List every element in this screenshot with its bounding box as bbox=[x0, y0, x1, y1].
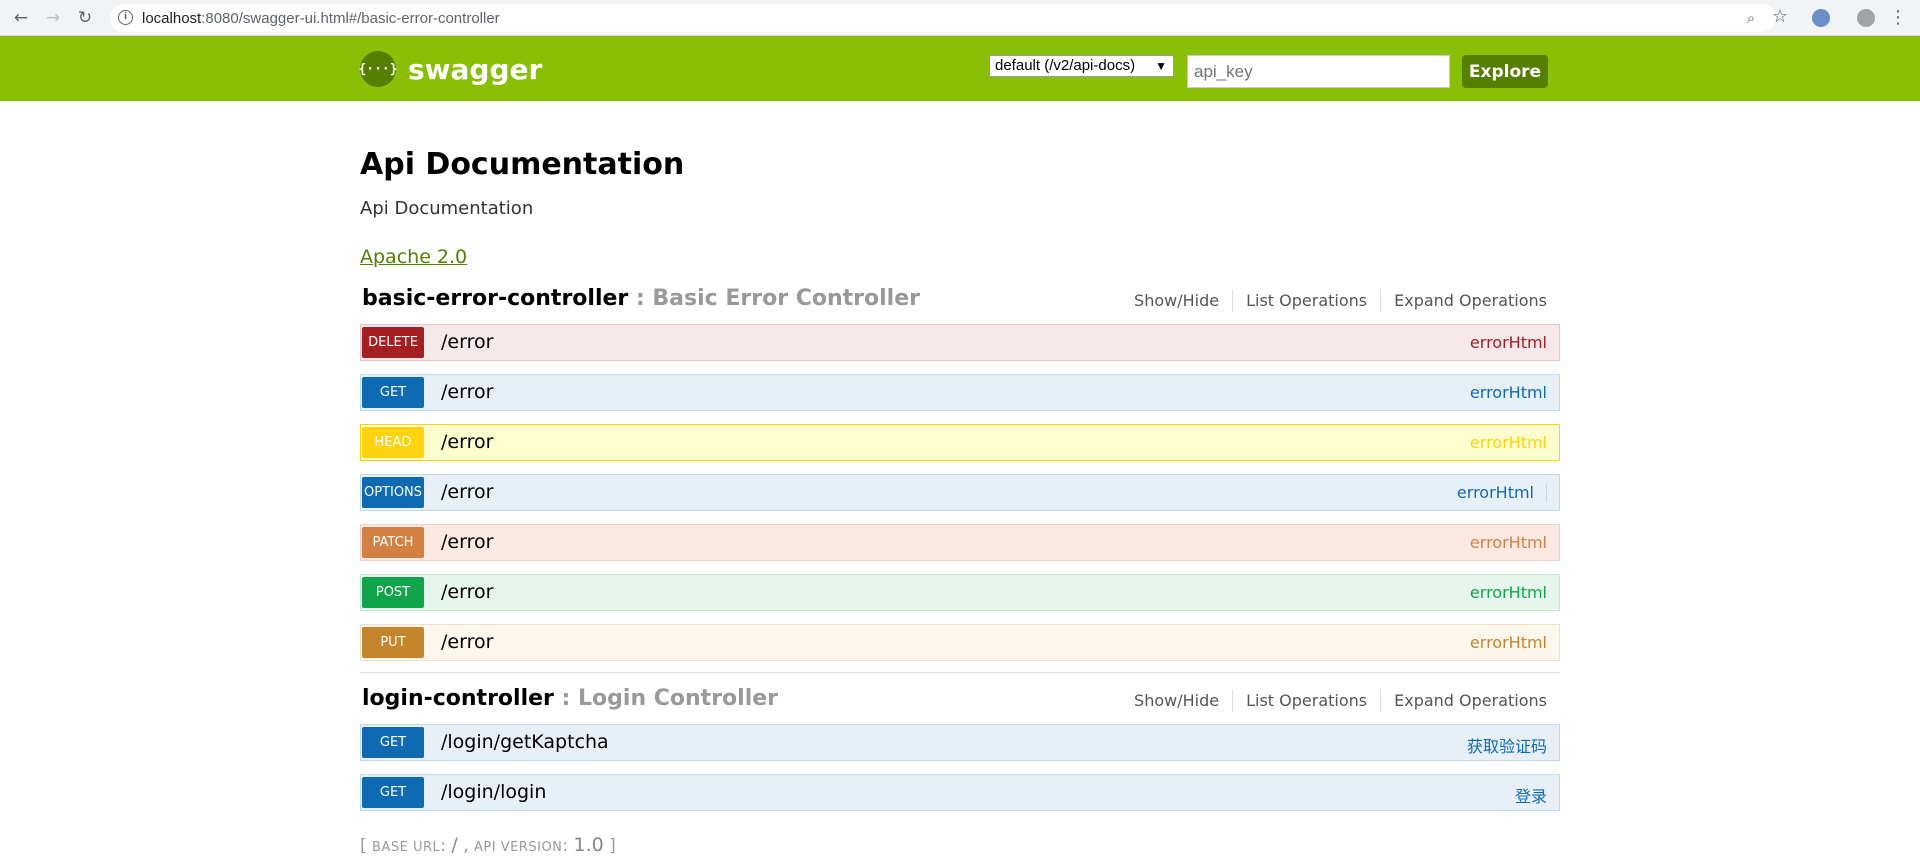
operation-path[interactable]: /login/login bbox=[441, 781, 546, 803]
operation-row-get[interactable]: GET/error errorHtml bbox=[360, 374, 1560, 411]
explore-button[interactable]: Explore bbox=[1462, 55, 1548, 88]
resource-description: Login Controller bbox=[578, 686, 779, 711]
resource-name-link[interactable]: basic-error-controller bbox=[362, 286, 628, 311]
operation-row-put[interactable]: PUT/error errorHtml bbox=[360, 624, 1560, 661]
resource-actions: Show/Hide List Operations Expand Operati… bbox=[1121, 690, 1560, 712]
api-footer: [ BASE URL: / , API VERSION: 1.0 ] bbox=[360, 834, 616, 856]
resource-title: basic-error-controller : Basic Error Con… bbox=[362, 286, 920, 311]
operation-row-get[interactable]: GET/login/getKaptcha 获取验证码 bbox=[360, 724, 1560, 761]
operation-summary[interactable]: errorHtml bbox=[1470, 583, 1547, 602]
http-method-badge[interactable]: PUT bbox=[362, 627, 424, 658]
reload-icon[interactable]: ↻ bbox=[73, 6, 97, 30]
resource-actions: Show/Hide List Operations Expand Operati… bbox=[1121, 290, 1560, 312]
operation-row-options[interactable]: OPTIONS/error errorHtml bbox=[360, 474, 1560, 511]
http-method-badge[interactable]: HEAD bbox=[362, 427, 424, 458]
bookmark-star-icon[interactable]: ☆ bbox=[1771, 6, 1789, 27]
url-text[interactable]: localhost:8080/swagger-ui.html#/basic-er… bbox=[142, 10, 500, 27]
resource-description: Basic Error Controller bbox=[652, 286, 920, 311]
operation-summary[interactable]: errorHtml bbox=[1470, 333, 1547, 352]
swagger-logo-text: swagger bbox=[408, 52, 543, 86]
operation-path[interactable]: /error bbox=[441, 431, 493, 453]
operation-summary[interactable]: errorHtml bbox=[1470, 433, 1547, 452]
show-hide-link[interactable]: Show/Hide bbox=[1121, 690, 1232, 712]
operation-row-get[interactable]: GET/login/login 登录 bbox=[360, 774, 1560, 811]
operation-path[interactable]: /error bbox=[441, 631, 493, 653]
operation-summary[interactable]: errorHtml bbox=[1470, 533, 1547, 552]
api-key-input[interactable] bbox=[1187, 55, 1450, 88]
forward-icon[interactable]: → bbox=[41, 6, 65, 30]
http-method-badge[interactable]: GET bbox=[362, 727, 424, 758]
page-title: Api Documentation bbox=[360, 147, 685, 182]
base-url-label: BASE URL bbox=[372, 840, 441, 855]
operation-path[interactable]: /error bbox=[441, 331, 493, 353]
dropdown-arrow-icon: ▼ bbox=[1155, 59, 1167, 73]
operation-row-post[interactable]: POST/error errorHtml bbox=[360, 574, 1560, 611]
browser-menu-icon[interactable]: ⋮ bbox=[1889, 7, 1907, 28]
resource-title: login-controller : Login Controller bbox=[362, 686, 779, 711]
list-operations-link[interactable]: List Operations bbox=[1232, 690, 1380, 712]
swagger-logo-icon: {···} bbox=[358, 51, 398, 87]
operation-path[interactable]: /error bbox=[441, 531, 493, 553]
http-method-badge[interactable]: OPTIONS bbox=[362, 477, 424, 508]
api-version-label: API VERSION bbox=[474, 840, 563, 855]
page-description: Api Documentation bbox=[360, 198, 534, 219]
operation-summary[interactable]: errorHtml bbox=[1470, 383, 1547, 402]
http-method-badge[interactable]: PATCH bbox=[362, 527, 424, 558]
operation-row-delete[interactable]: DELETE/error errorHtml bbox=[360, 324, 1560, 361]
operation-path[interactable]: /error bbox=[441, 581, 493, 603]
spec-select[interactable]: default (/v2/api-docs) ▼ bbox=[989, 55, 1174, 77]
operation-summary[interactable]: errorHtml bbox=[1457, 483, 1547, 502]
operation-path[interactable]: /error bbox=[441, 381, 493, 403]
http-method-badge[interactable]: GET bbox=[362, 377, 424, 408]
operation-path[interactable]: /login/getKaptcha bbox=[441, 731, 609, 753]
http-method-badge[interactable]: GET bbox=[362, 777, 424, 808]
list-operations-link[interactable]: List Operations bbox=[1232, 290, 1380, 312]
operation-row-patch[interactable]: PATCH/error errorHtml bbox=[360, 524, 1560, 561]
extension-icon[interactable] bbox=[1812, 9, 1830, 27]
license-link[interactable]: Apache 2.0 bbox=[360, 246, 467, 268]
address-bar[interactable]: i localhost:8080/swagger-ui.html#/basic-… bbox=[110, 4, 1776, 32]
swagger-header: {···} swagger default (/v2/api-docs) ▼ E… bbox=[0, 36, 1920, 101]
back-icon[interactable]: ← bbox=[9, 6, 33, 30]
operation-summary[interactable]: 登录 bbox=[1515, 783, 1547, 807]
zoom-icon[interactable]: ⌕ bbox=[1742, 9, 1760, 27]
profile-avatar-icon[interactable] bbox=[1857, 9, 1875, 27]
expand-operations-link[interactable]: Expand Operations bbox=[1380, 290, 1560, 312]
http-method-badge[interactable]: DELETE bbox=[362, 327, 424, 358]
resource-name-link[interactable]: login-controller bbox=[362, 686, 554, 711]
operation-path[interactable]: /error bbox=[441, 481, 493, 503]
operation-summary[interactable]: 获取验证码 bbox=[1467, 733, 1547, 757]
api-version-value: 1.0 bbox=[573, 834, 604, 856]
http-method-badge[interactable]: POST bbox=[362, 577, 424, 608]
show-hide-link[interactable]: Show/Hide bbox=[1121, 290, 1232, 312]
swagger-logo[interactable]: {···} swagger bbox=[358, 51, 543, 87]
operation-summary[interactable]: errorHtml bbox=[1470, 633, 1547, 652]
operation-row-head[interactable]: HEAD/error errorHtml bbox=[360, 424, 1560, 461]
browser-toolbar: ← → ↻ i localhost:8080/swagger-ui.html#/… bbox=[0, 0, 1920, 36]
expand-operations-link[interactable]: Expand Operations bbox=[1380, 690, 1560, 712]
resource-divider bbox=[360, 672, 1560, 673]
site-info-icon[interactable]: i bbox=[118, 10, 133, 25]
